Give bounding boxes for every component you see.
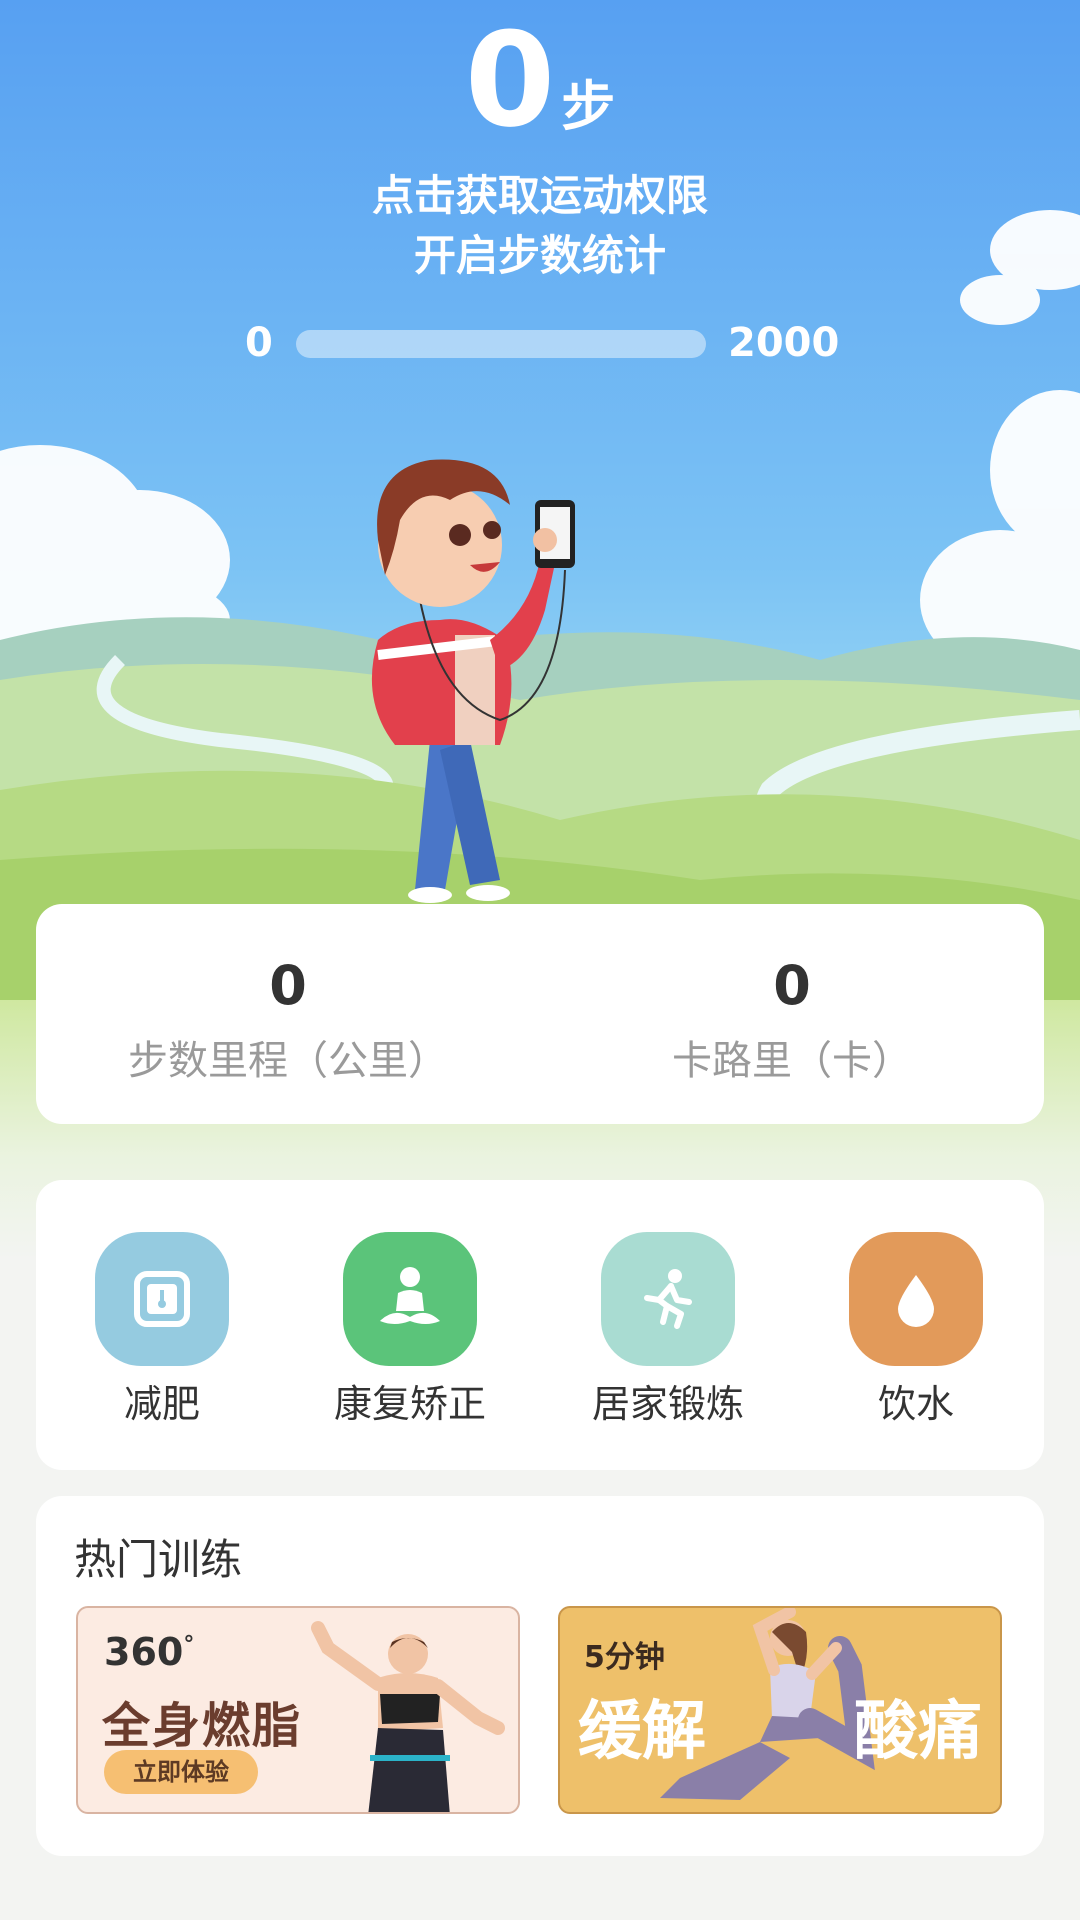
- scale-icon: [95, 1232, 229, 1366]
- banner-2-title-right: 酸痛: [854, 1695, 982, 1769]
- category-label: 康复矫正: [333, 1382, 486, 1426]
- calorie-stat: 0 卡路里（卡）: [540, 904, 1044, 1086]
- stats-card: 0 步数里程（公里） 0 卡路里（卡）: [36, 904, 1044, 1124]
- banner-full-body-burn[interactable]: 360° 全身燃脂 立即体验: [76, 1606, 520, 1814]
- banner-relieve-soreness[interactable]: 5分钟 缓解 酸痛: [558, 1606, 1002, 1814]
- meditation-icon: [343, 1232, 477, 1366]
- category-label: 居家锻炼: [591, 1382, 744, 1426]
- permission-line-1: 点击获取运动权限: [371, 171, 708, 220]
- hot-training-card: 热门训练 360° 全身燃脂 立即体验 5分钟 缓解 酸痛: [36, 1496, 1044, 1856]
- category-weight-loss[interactable]: 减肥: [62, 1232, 262, 1428]
- distance-value: 0: [269, 954, 307, 1017]
- calorie-value: 0: [773, 954, 811, 1017]
- distance-label: 步数里程（公里）: [128, 1038, 448, 1084]
- water-drop-icon: [849, 1232, 983, 1366]
- category-label: 饮水: [877, 1382, 954, 1426]
- step-count-value: 0: [464, 4, 556, 156]
- category-water[interactable]: 饮水: [816, 1232, 1016, 1428]
- banner-1-tag: 360°: [104, 1630, 195, 1674]
- distance-stat: 0 步数里程（公里）: [36, 904, 540, 1086]
- permission-prompt[interactable]: 点击获取运动权限 开启步数统计: [0, 166, 1080, 286]
- progress-track: [296, 330, 706, 358]
- hot-training-title: 热门训练: [74, 1535, 243, 1584]
- banner-1-title: 全身燃脂: [102, 1698, 303, 1754]
- permission-line-2: 开启步数统计: [413, 231, 666, 280]
- step-count[interactable]: 0步: [0, 10, 1080, 150]
- calorie-label: 卡路里（卡）: [672, 1038, 912, 1084]
- category-rehab[interactable]: 康复矫正: [310, 1232, 510, 1428]
- progress-min: 0: [245, 320, 273, 366]
- step-count-unit: 步: [561, 75, 616, 138]
- running-icon: [601, 1232, 735, 1366]
- progress-max: 2000: [728, 320, 840, 366]
- category-home-workout[interactable]: 居家锻炼: [568, 1232, 768, 1428]
- banner-2-title-left: 缓解: [578, 1695, 706, 1769]
- banner-2-tag: 5分钟: [584, 1640, 665, 1675]
- try-now-button[interactable]: 立即体验: [104, 1750, 258, 1794]
- step-progress: 0 2000: [0, 318, 1080, 368]
- category-card: 减肥 康复矫正 居家锻炼 饮水: [36, 1180, 1044, 1470]
- category-label: 减肥: [123, 1382, 200, 1426]
